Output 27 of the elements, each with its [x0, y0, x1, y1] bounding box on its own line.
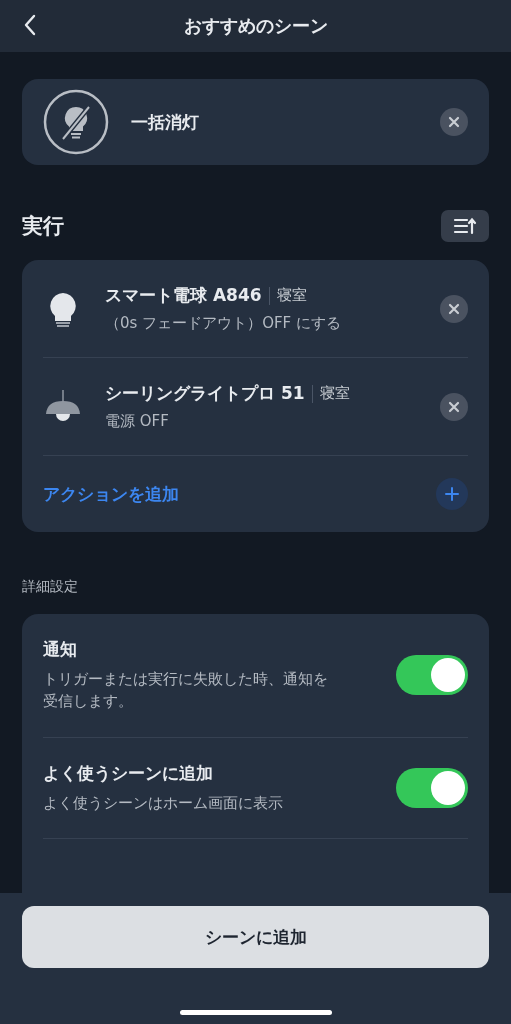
action-detail: 電源 OFF	[105, 412, 170, 431]
add-action-link[interactable]: アクションを追加	[43, 482, 179, 506]
section-title: 実行	[22, 213, 64, 240]
sort-button[interactable]	[441, 210, 489, 242]
room-label: 寝室	[319, 384, 350, 403]
screen-title: おすすめのシーン	[183, 14, 328, 38]
room-label: 寝室	[276, 286, 307, 305]
device-name: スマート電球 A846	[105, 284, 262, 307]
device-name: シーリングライトプロ 51	[105, 382, 305, 405]
light-off-icon	[43, 89, 109, 155]
action-detail: （0s フェードアウト）OFF にする	[105, 314, 342, 333]
toggle-switch[interactable]	[396, 655, 468, 696]
sort-icon	[453, 217, 477, 235]
close-icon[interactable]	[440, 392, 468, 421]
add-button[interactable]	[436, 478, 468, 510]
setting-title: よく使うシーンに追加	[43, 761, 214, 785]
add-scene-button[interactable]: シーンに追加	[22, 906, 489, 968]
close-icon[interactable]	[440, 294, 468, 323]
setting-description: トリガーまたは実行に失敗した時、通知を受信します。	[43, 670, 329, 711]
toggle-switch[interactable]	[396, 767, 468, 808]
scene-name: 一括消灯	[131, 110, 200, 134]
plus-icon	[445, 487, 459, 501]
close-icon[interactable]	[440, 108, 468, 136]
back-icon[interactable]	[22, 13, 38, 37]
setting-title: 通知	[43, 638, 78, 661]
section-title: 詳細設定	[22, 578, 78, 596]
setting-description: よく使うシーンはホーム画面に表示	[43, 793, 284, 813]
